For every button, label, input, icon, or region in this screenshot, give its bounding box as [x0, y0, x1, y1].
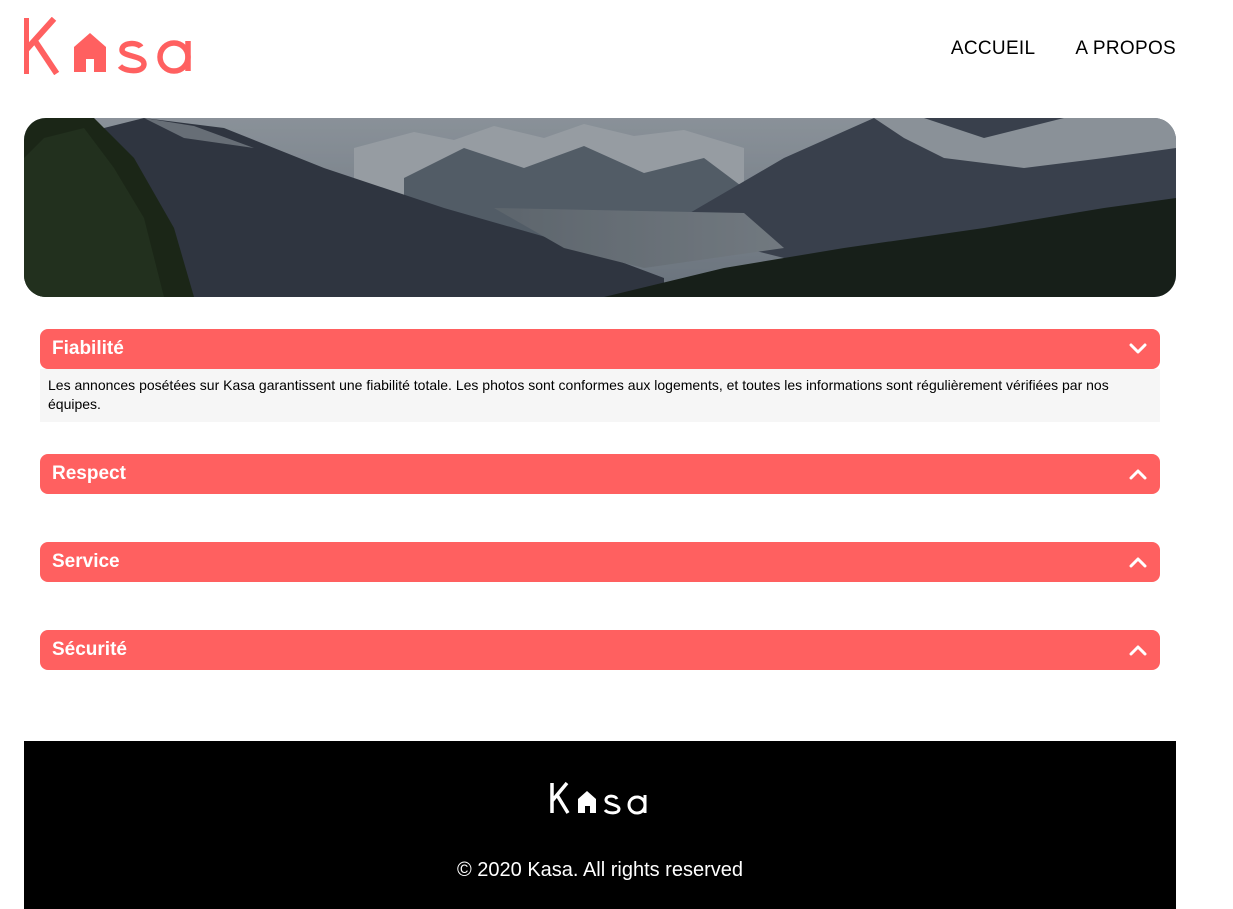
collapse-service: Service	[40, 542, 1160, 582]
nav-link-a-propos[interactable]: A PROPOS	[1075, 38, 1176, 60]
collapse-header-fiabilite[interactable]: Fiabilité	[40, 329, 1160, 369]
footer: © 2020 Kasa. All rights reserved	[24, 741, 1176, 909]
about-collapses: Fiabilité Les annonces posétées sur Kasa…	[40, 329, 1160, 718]
kasa-logo[interactable]	[24, 17, 196, 75]
collapse-title: Fiabilité	[52, 338, 124, 359]
collapse-header-service[interactable]: Service	[40, 542, 1160, 582]
collapse-title: Service	[52, 551, 120, 572]
footer-copyright: © 2020 Kasa. All rights reserved	[457, 859, 743, 881]
collapse-fiabilite: Fiabilité Les annonces posétées sur Kasa…	[40, 329, 1160, 422]
collapse-respect: Respect	[40, 454, 1160, 494]
chevron-up-icon[interactable]	[1128, 464, 1148, 484]
main-nav: ACCUEIL A PROPOS	[951, 38, 1176, 60]
collapse-header-respect[interactable]: Respect	[40, 454, 1160, 494]
collapse-content: Les annonces posétées sur Kasa garantiss…	[40, 369, 1160, 422]
chevron-down-icon[interactable]	[1128, 339, 1148, 359]
collapse-title: Respect	[52, 463, 126, 484]
kasa-logo-footer	[550, 781, 647, 815]
banner-image	[24, 118, 1176, 297]
collapse-title: Sécurité	[52, 639, 127, 660]
chevron-up-icon[interactable]	[1128, 640, 1148, 660]
header: ACCUEIL A PROPOS	[24, 0, 1176, 100]
mountain-landscape-image	[24, 118, 1176, 297]
chevron-up-icon[interactable]	[1128, 552, 1148, 572]
collapse-header-securite[interactable]: Sécurité	[40, 630, 1160, 670]
collapse-securite: Sécurité	[40, 630, 1160, 670]
nav-link-accueil[interactable]: ACCUEIL	[951, 38, 1035, 60]
